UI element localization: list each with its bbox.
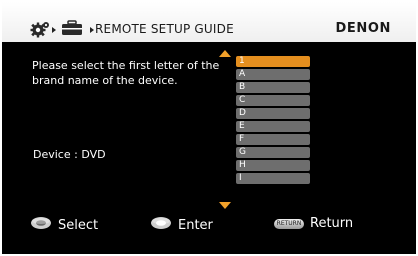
letter-item-c[interactable]: C	[236, 95, 310, 106]
select-label: Select	[58, 217, 99, 233]
cursor-button-icon	[30, 216, 52, 234]
enter-label: Enter	[178, 217, 213, 233]
breadcrumb-arrow-icon	[90, 27, 94, 33]
letter-item-f[interactable]: F	[236, 134, 310, 145]
letter-item-e[interactable]: E	[236, 121, 310, 132]
letter-item-i[interactable]: I	[236, 173, 310, 184]
header-bar: REMOTE SETUP GUIDE DENON	[2, 2, 416, 42]
setup-screen: REMOTE SETUP GUIDE DENON Please select t…	[2, 2, 416, 254]
return-label: Return	[310, 216, 354, 231]
footer-hints: Select Enter RETURN Return	[2, 216, 416, 238]
instruction-text: Please select the first letter of the br…	[32, 59, 220, 87]
device-label: Device : DVD	[33, 148, 106, 161]
letter-item-h[interactable]: H	[236, 160, 310, 171]
letter-list: 1 ABCDEFGHI	[236, 56, 310, 186]
letter-item-a[interactable]: A	[236, 69, 310, 80]
letter-item-g[interactable]: G	[236, 147, 310, 158]
scroll-down-icon[interactable]	[219, 202, 231, 209]
breadcrumb-arrow-icon	[52, 27, 56, 33]
return-hint: RETURN Return	[274, 216, 353, 231]
toolbox-icon	[60, 20, 84, 40]
page-title: REMOTE SETUP GUIDE	[95, 22, 234, 36]
letter-item-d[interactable]: D	[236, 108, 310, 119]
select-hint: Select	[30, 216, 98, 234]
enter-hint: Enter	[150, 216, 213, 234]
return-button-icon: RETURN	[274, 218, 304, 229]
letter-item-b[interactable]: B	[236, 82, 310, 93]
brand-logo: DENON	[335, 21, 391, 36]
letter-item-1[interactable]: 1	[236, 56, 310, 67]
scroll-up-icon[interactable]	[219, 50, 231, 57]
enter-button-icon	[150, 216, 172, 234]
settings-gear-icon	[30, 20, 50, 42]
